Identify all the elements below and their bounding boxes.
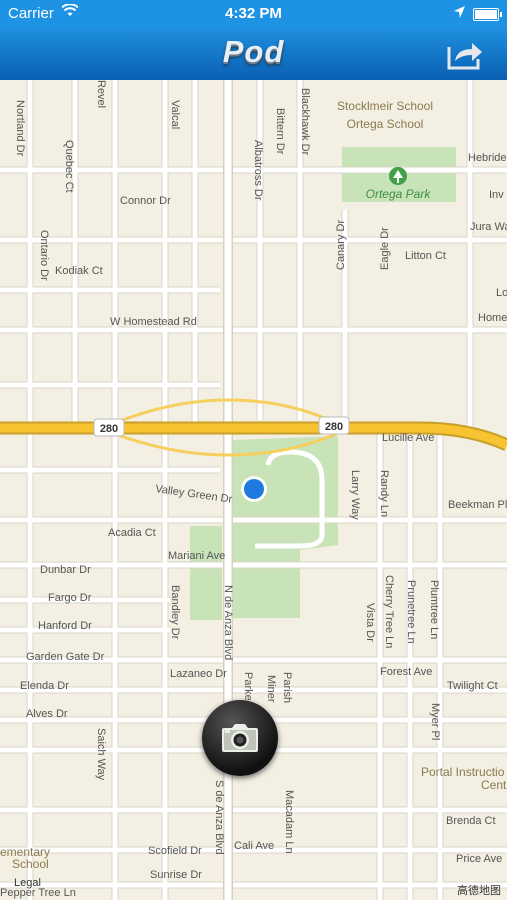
street-label: Albatross Dr: [252, 140, 264, 201]
nav-bar: Pod: [0, 28, 507, 80]
street-label: Hebride: [468, 152, 507, 164]
street-label: Dunbar Dr: [40, 564, 91, 576]
street-label: Beekman Pl: [448, 499, 507, 511]
share-icon[interactable]: [445, 37, 485, 71]
street-label: Macadam Ln: [283, 790, 295, 854]
legal-link[interactable]: Legal: [14, 877, 41, 889]
battery-icon: [473, 8, 502, 21]
place-stocklmeir-school: Stocklmeir School: [337, 99, 433, 113]
street-label: Litton Ct: [405, 250, 446, 262]
street-label: Nortland Dr: [14, 100, 26, 157]
street-label: Forest Ave: [380, 666, 432, 678]
street-label: N de Anza Blvd: [222, 585, 234, 660]
map-canvas: 280 280 Stocklmeir School Ortega School …: [0, 80, 507, 900]
street-label: Quebec Ct: [63, 140, 75, 193]
street-label: Alves Dr: [26, 708, 68, 720]
street-label: Bandley Dr: [169, 585, 181, 640]
street-label: Hanford Dr: [38, 620, 92, 632]
street-label: Plumtree Ln: [428, 580, 440, 639]
street-label: Larry Way: [349, 470, 361, 520]
location-arrow-icon: [454, 5, 465, 22]
street-label: Randy Ln: [378, 470, 390, 517]
clock: 4:32 PM: [225, 5, 282, 22]
street-label: Saich Way: [95, 728, 107, 781]
street-label: Lazaneo Dr: [170, 668, 227, 680]
street-label: Brenda Ct: [446, 815, 496, 827]
street-label: Jura Wa: [470, 221, 507, 233]
street-label: Twilight Ct: [447, 680, 498, 692]
svg-text:280: 280: [100, 423, 118, 435]
street-label: Elenda Dr: [20, 680, 69, 692]
place-ortega-park: Ortega Park: [366, 187, 432, 201]
freeway-shield-right: 280: [318, 416, 350, 435]
park-tree-icon: [389, 167, 407, 185]
street-label: Eagle Dr: [379, 227, 391, 270]
street-label: Price Ave: [456, 853, 502, 865]
street-label: Acadia Ct: [108, 527, 156, 539]
camera-button[interactable]: [202, 700, 278, 776]
place-portal-1: Portal Instructio: [421, 765, 505, 779]
street-label: Miner: [265, 675, 277, 703]
street-label: Fargo Dr: [48, 592, 92, 604]
street-label: Canary Dr: [335, 220, 347, 270]
street-label: Cali Ave: [234, 840, 274, 852]
street-label: Lo: [496, 287, 507, 299]
place-ortega-school: Ortega School: [347, 117, 424, 131]
place-elementary-2: School: [12, 857, 49, 871]
street-label: Prunetree Ln: [405, 580, 417, 644]
street-label: W Homestead Rd: [110, 316, 197, 328]
street-label: Parish: [281, 672, 293, 703]
street-label: Revel: [95, 80, 107, 108]
street-label: Sunrise Dr: [150, 869, 202, 881]
street-label: Vista Dr: [364, 603, 376, 642]
camera-icon: [222, 724, 258, 752]
current-location-dot: [241, 476, 267, 502]
street-label: Valcal: [169, 100, 181, 129]
map-credit: 高德地图: [457, 885, 501, 897]
svg-text:280: 280: [325, 421, 343, 433]
street-label: Mariani Ave: [168, 550, 225, 562]
place-portal-2: Cent: [481, 778, 507, 792]
street-label: S de Anza Blvd: [213, 780, 225, 855]
street-label: Ontario Dr: [38, 230, 50, 281]
street-label: Kodiak Ct: [55, 265, 103, 277]
street-label: Inv: [489, 189, 504, 201]
street-label: Myer Pl: [429, 703, 441, 740]
street-label: Bittern Dr: [274, 108, 286, 155]
app-title: Pod: [222, 34, 285, 69]
status-bar: Carrier 4:32 PM: [0, 0, 507, 28]
street-label: Scofield Dr: [148, 845, 202, 857]
map-view[interactable]: 280 280 Stocklmeir School Ortega School …: [0, 80, 507, 900]
street-label: Blackhawk Dr: [299, 88, 311, 156]
street-label: Garden Gate Dr: [26, 651, 105, 663]
freeway-shield-left: 280: [93, 418, 125, 437]
street-label: Lucille Ave: [382, 432, 434, 444]
street-label: Home: [478, 312, 507, 324]
street-label: Connor Dr: [120, 195, 171, 207]
street-label: Cherry Tree Ln: [383, 575, 395, 648]
